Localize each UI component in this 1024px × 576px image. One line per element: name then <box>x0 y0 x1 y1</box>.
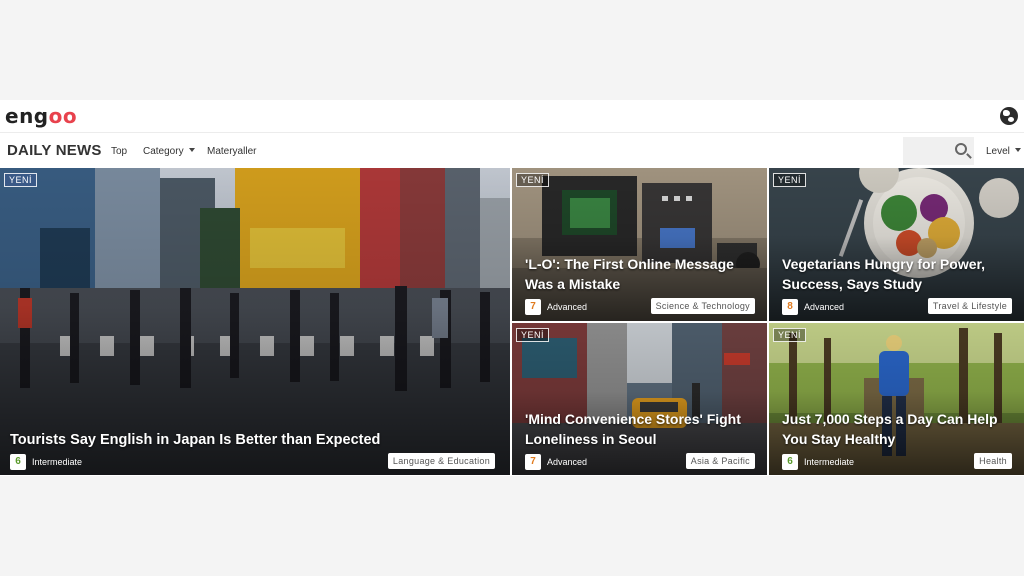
brand-bar: engoo <box>0 100 1024 133</box>
level-label: Advanced <box>547 457 588 467</box>
level-number-badge: 8 <box>782 299 798 315</box>
engoo-page: engoo DAILY NEWS Top Category Materyalle… <box>0 100 1024 476</box>
chevron-down-icon <box>188 148 195 152</box>
image-overlay <box>0 168 510 475</box>
article-card[interactable]: YENİ 'L-O': The First Online Message Was… <box>512 168 767 321</box>
engoo-logo[interactable]: engoo <box>5 104 77 128</box>
article-title[interactable]: Vegetarians Hungry for Power, Success, S… <box>782 254 1018 294</box>
daily-news-title[interactable]: DAILY NEWS <box>7 142 102 159</box>
logo-accent: oo <box>48 104 78 128</box>
nav-top-link[interactable]: Top <box>111 146 127 157</box>
nav-bar: DAILY NEWS Top Category Materyaller Leve… <box>0 134 1024 168</box>
globe-icon[interactable] <box>1000 107 1018 125</box>
article-title[interactable]: 'L-O': The First Online Message Was a Mi… <box>525 254 761 294</box>
level-label: Level <box>986 146 1010 157</box>
level-label: Intermediate <box>32 457 83 467</box>
new-badge: YENİ <box>773 173 807 187</box>
nav-materials-link[interactable]: Materyaller <box>207 146 256 157</box>
chevron-down-icon <box>1014 148 1021 152</box>
level-number-badge: 7 <box>525 299 541 315</box>
article-title[interactable]: Tourists Say English in Japan Is Better … <box>10 430 380 450</box>
level-label: Advanced <box>804 302 845 312</box>
category-tag[interactable]: Science & Technology <box>650 298 755 314</box>
article-card[interactable]: YENİ 'Mind Convenience Stores' Fight Lon… <box>512 323 767 475</box>
level-number-badge: 6 <box>10 454 26 470</box>
article-card-main[interactable]: YENİ Tourists Say English in Japan Is Be… <box>0 168 510 475</box>
level-label: Intermediate <box>804 457 855 467</box>
article-card[interactable]: YENİ Just 7,000 Steps a Day Can Help You… <box>769 323 1024 475</box>
new-badge: YENİ <box>516 173 550 187</box>
level-dropdown[interactable]: Level <box>986 146 1021 157</box>
logo-text: eng <box>5 104 49 128</box>
search-icon[interactable] <box>955 143 967 155</box>
category-tag[interactable]: Language & Education <box>387 453 495 469</box>
category-tag[interactable]: Travel & Lifestyle <box>927 298 1012 314</box>
level-number-badge: 7 <box>525 454 541 470</box>
nav-category-label: Category <box>143 146 184 157</box>
article-title[interactable]: 'Mind Convenience Stores' Fight Loneline… <box>525 409 761 449</box>
category-tag[interactable]: Asia & Pacific <box>685 453 755 469</box>
new-badge: YENİ <box>4 173 38 187</box>
level-number-badge: 6 <box>782 454 798 470</box>
category-tag[interactable]: Health <box>974 453 1012 469</box>
article-card[interactable]: YENİ Vegetarians Hungry for Power, Succe… <box>769 168 1024 321</box>
search-input[interactable] <box>903 137 974 165</box>
nav-category-dropdown[interactable]: Category <box>143 146 195 157</box>
new-badge: YENİ <box>516 328 550 342</box>
new-badge: YENİ <box>773 328 807 342</box>
article-title[interactable]: Just 7,000 Steps a Day Can Help You Stay… <box>782 409 1018 449</box>
level-label: Advanced <box>547 302 588 312</box>
